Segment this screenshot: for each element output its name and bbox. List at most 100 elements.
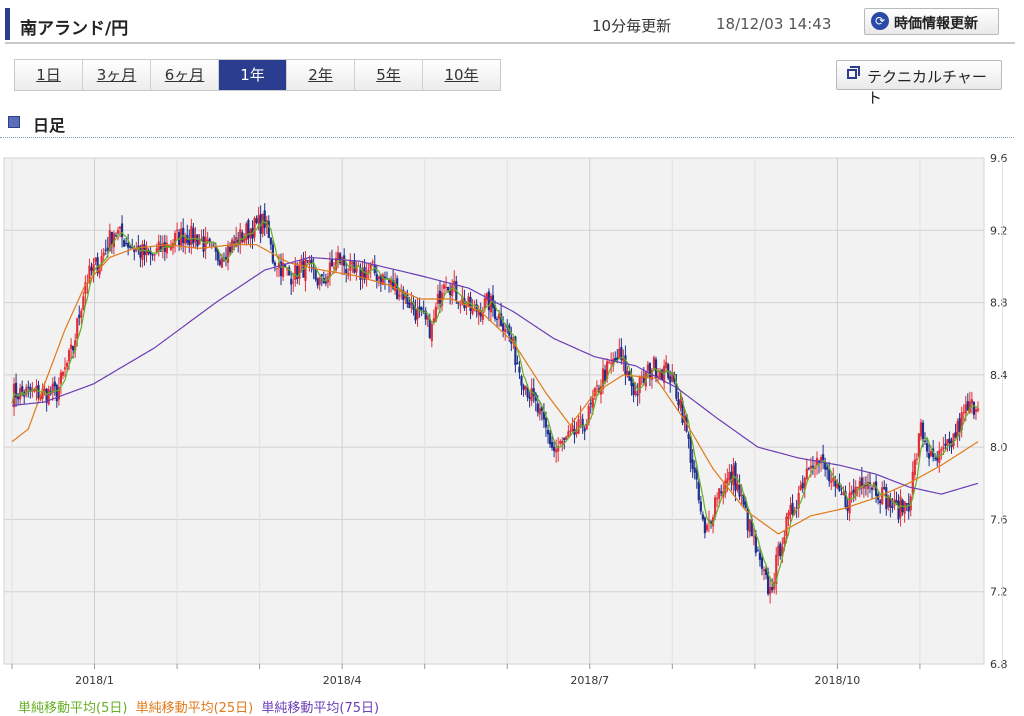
candle-body (836, 483, 839, 489)
candle-body (467, 296, 470, 306)
candle-body (687, 433, 690, 439)
candle-body (705, 524, 709, 531)
candle-body (188, 239, 191, 246)
section-divider (0, 137, 1014, 138)
candle-body (444, 286, 448, 288)
candle-body (974, 409, 978, 412)
candle-body (255, 218, 258, 223)
legend-ma5: 単純移動平均(5日) (18, 701, 128, 716)
candle-body (870, 487, 874, 490)
candle-body (63, 367, 67, 370)
candle-body (263, 210, 266, 229)
candle-body (524, 385, 527, 390)
timestamp: 18/12/03 14:43 (716, 15, 832, 33)
candle-body (828, 469, 831, 482)
candle-body (428, 318, 431, 338)
candle-body (834, 480, 837, 487)
candle-body (76, 318, 79, 339)
section-square-icon (8, 116, 20, 128)
candle-body (528, 396, 531, 399)
candle-body (718, 488, 721, 499)
candle-body (516, 362, 519, 365)
tab-6m[interactable]: 6ヶ月 (151, 60, 219, 90)
candle-body (546, 429, 550, 435)
candle-body (442, 284, 446, 289)
candle-body (420, 307, 423, 311)
candle-body (414, 308, 417, 321)
candle-body (273, 262, 276, 266)
technical-chart-label: テクニカルチャート (867, 68, 987, 107)
candle-body (94, 258, 97, 262)
candle-body (120, 223, 124, 238)
y-tick-label: 7.2 (990, 586, 1008, 599)
candle-body (318, 277, 321, 285)
candle-body (919, 422, 923, 437)
candle-body (269, 237, 272, 245)
candle-body (699, 501, 702, 512)
candle-body (122, 240, 126, 247)
window-icon (847, 69, 857, 79)
candle-body (860, 477, 863, 486)
candle-body (760, 557, 764, 569)
candle-body (848, 493, 851, 514)
candle-body (905, 503, 908, 505)
candle-body (689, 436, 692, 463)
candle-body (398, 294, 401, 297)
x-tick-label: 2018/1 (75, 674, 114, 687)
tab-2y[interactable]: 2年 (287, 60, 355, 90)
candle-body (316, 278, 319, 286)
candle-body (648, 362, 651, 378)
candle-body (752, 536, 755, 538)
tab-10y[interactable]: 10年 (423, 60, 500, 90)
candle-body (799, 485, 802, 490)
candle-body (90, 267, 93, 271)
candle-body (740, 495, 743, 497)
candle-body (371, 261, 374, 263)
candle-body (726, 478, 729, 484)
candle-body (47, 388, 50, 405)
candle-body (290, 278, 293, 285)
candle-body (976, 408, 980, 411)
refresh-button[interactable]: ⟳ 時価情報更新 (864, 8, 999, 35)
candle-body (133, 249, 136, 252)
candle-body (595, 385, 598, 387)
y-tick-label: 6.8 (990, 658, 1008, 671)
x-tick-label: 2018/4 (323, 674, 362, 687)
header-accent-bar (5, 8, 10, 40)
y-tick-label: 9.2 (990, 224, 1008, 237)
candle-body (679, 399, 682, 409)
candle-body (944, 443, 947, 447)
tab-1y[interactable]: 1年 (219, 60, 287, 90)
candle-body (353, 260, 356, 273)
candle-body (769, 586, 772, 594)
candle-body (538, 408, 541, 415)
legend-ma75: 単純移動平均(75日) (261, 701, 380, 716)
tab-1d[interactable]: 1日 (15, 60, 83, 90)
price-chart: 9.6 9.2 8.8 8.4 8.0 7.6 7.2 6.8 2018/1 2018/4 2018… (3, 152, 1008, 687)
candle-body (948, 438, 951, 443)
candle-body (940, 449, 943, 451)
candle-body (430, 323, 433, 342)
candle-body (210, 244, 213, 246)
candle-body (964, 404, 967, 414)
candle-body (927, 453, 931, 459)
tab-5y[interactable]: 5年 (355, 60, 423, 90)
page-header: 南アランド/円 10分毎更新 18/12/03 14:43 ⟳ 時価情報更新 (0, 0, 1024, 46)
candle-body (78, 314, 81, 318)
candle-body (591, 397, 594, 408)
candle-body (736, 483, 739, 490)
candle-body (762, 569, 766, 572)
candle-body (518, 366, 521, 373)
candle-body (367, 269, 370, 272)
page-title: 南アランド/円 (20, 19, 129, 39)
candle-body (787, 512, 790, 520)
candle-body (82, 296, 85, 311)
candle-body (304, 258, 307, 281)
candle-body (942, 447, 945, 450)
technical-chart-button[interactable]: テクニカルチャート (836, 60, 1002, 107)
candle-body (966, 401, 969, 411)
candle-body (438, 290, 442, 304)
tab-3m[interactable]: 3ヶ月 (83, 60, 151, 90)
candle-body (777, 545, 780, 556)
candle-body (830, 480, 833, 483)
